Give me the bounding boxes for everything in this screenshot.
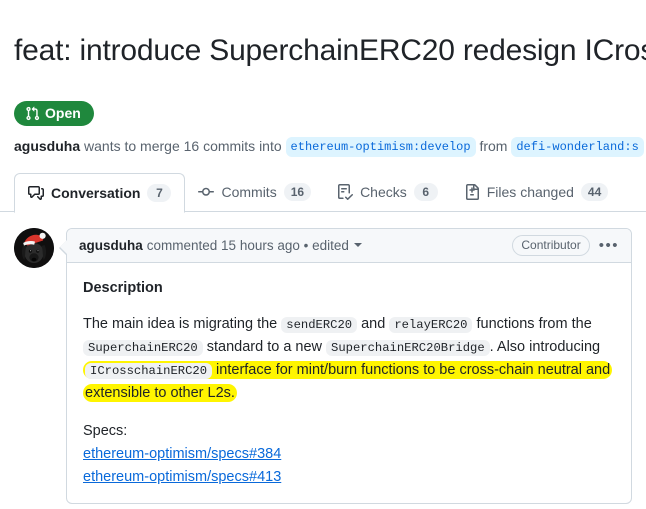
body-text-4: standard to a new (202, 339, 327, 356)
kebab-horizontal-icon[interactable]: ••• (599, 238, 619, 253)
code-superchain-erc20: SuperchainERC20 (83, 340, 203, 357)
comment-discussion-icon (28, 185, 44, 201)
spec-link-413[interactable]: ethereum-optimism/specs#413 (83, 466, 615, 489)
chevron-down-icon[interactable] (353, 243, 362, 248)
code-relay-erc20: relayERC20 (389, 317, 473, 334)
head-branch-chip[interactable]: defi-wonderland:s (511, 136, 644, 157)
pr-author-link[interactable]: agusduha (14, 138, 80, 154)
comment-thread: agusduha commented 15 hours ago • edited… (0, 212, 646, 504)
page-title: feat: introduce SuperchainERC20 redesign… (0, 20, 646, 70)
comment-tail-fill (60, 239, 67, 254)
comment-timestamp: commented 15 hours ago • edited (146, 237, 349, 253)
tab-conversation-label: Conversation (51, 184, 141, 201)
tab-conversation-count: 7 (147, 183, 172, 202)
body-text-3: functions from the (472, 316, 592, 333)
specs-label: Specs: (83, 423, 128, 440)
specs-block: Specs: ethereum-optimism/specs#384 ether… (83, 420, 615, 489)
status-badge-label: Open (45, 105, 81, 122)
git-commit-icon (198, 184, 215, 200)
body-paragraph: The main idea is migrating the sendERC20… (83, 313, 615, 405)
merge-summary: agusduha wants to merge 16 commits into … (0, 126, 646, 157)
checklist-icon (337, 184, 354, 201)
from-text: from (475, 137, 512, 154)
tab-checks[interactable]: Checks 6 (324, 173, 451, 212)
pull-request-page: feat: introduce SuperchainERC20 redesign… (0, 0, 646, 509)
tab-files-changed-count: 44 (580, 183, 609, 202)
body-heading: Description (83, 279, 163, 296)
role-badge: Contributor (512, 234, 590, 256)
status-badge: Open (14, 100, 94, 126)
body-text-2: and (357, 316, 390, 333)
code-send-erc20: sendERC20 (281, 317, 358, 334)
pr-title-text: feat: introduce SuperchainERC20 redesign… (14, 34, 646, 68)
base-branch-chip[interactable]: ethereum-optimism:develop (285, 136, 476, 157)
code-superchain-erc20-bridge: SuperchainERC20Bridge (326, 340, 490, 357)
spec-link-384[interactable]: ethereum-optimism/specs#384 (83, 443, 615, 466)
code-icrosschain-erc20: ICrosschainERC20 (85, 363, 213, 380)
tab-files-changed-label: Files changed (486, 184, 574, 201)
git-pull-request-icon (25, 106, 40, 121)
tab-checks-label: Checks (360, 184, 407, 201)
state-row: Open (0, 91, 646, 126)
dog-santa-hat-avatar-icon (14, 227, 54, 268)
avatar[interactable] (14, 227, 54, 268)
file-diff-icon (464, 184, 480, 201)
highlighted-text: ICrosschainERC20 interface for mint/burn… (83, 361, 613, 403)
tab-commits-count: 16 (283, 183, 312, 202)
body-text-1: The main idea is migrating the (83, 316, 282, 333)
merge-text: wants to merge 16 commits into (80, 137, 286, 154)
comment-body: Description The main idea is migrating t… (67, 263, 631, 503)
comment-author-link[interactable]: agusduha (79, 238, 143, 253)
tab-files-changed[interactable]: Files changed 44 (451, 173, 622, 212)
comment-box: agusduha commented 15 hours ago • edited… (59, 227, 632, 504)
tab-conversation[interactable]: Conversation 7 (14, 172, 186, 213)
tab-commits-label: Commits (221, 184, 277, 201)
tab-commits[interactable]: Commits 16 (185, 173, 324, 212)
tab-checks-count: 6 (413, 183, 438, 202)
body-text-5: . Also introducing (489, 339, 601, 356)
pr-tabs: Conversation 7 Commits 16 Checks 6 Files… (0, 172, 646, 213)
comment-header: agusduha commented 15 hours ago • edited… (67, 228, 631, 263)
